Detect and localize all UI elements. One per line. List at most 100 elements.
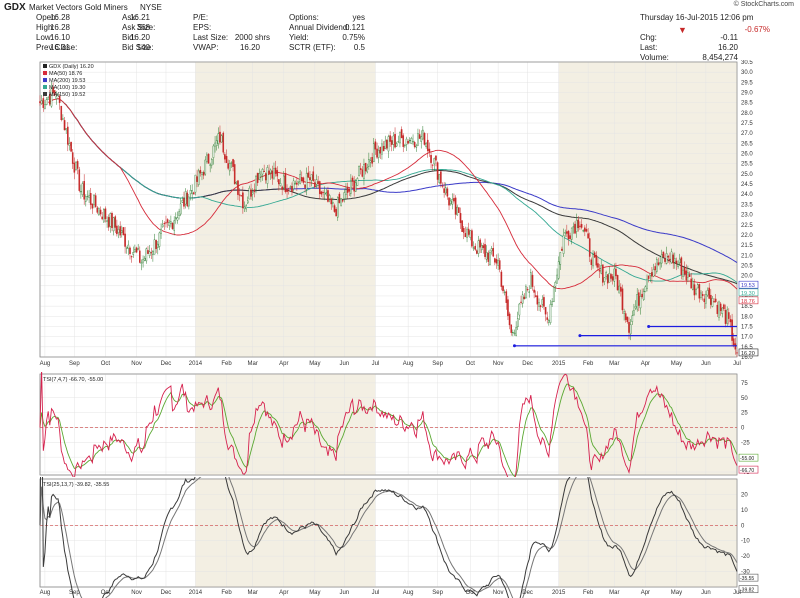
price-candle: [40, 100, 43, 104]
price-candle: [39, 101, 41, 104]
price-candle: [379, 146, 382, 154]
price-candle: [215, 140, 218, 146]
price-candle: [692, 280, 694, 290]
price-candle: [507, 299, 509, 317]
price-candle: [713, 301, 715, 303]
price-candle: [492, 247, 495, 257]
price-candle: [279, 183, 282, 186]
stat-value: yes: [352, 13, 365, 22]
price-y-tick: 28.0: [741, 111, 753, 117]
price-candle: [428, 148, 431, 153]
price-candle: [224, 154, 226, 160]
price-shade-band: [195, 62, 376, 357]
price-candle: [173, 220, 175, 231]
price-candle: [404, 144, 406, 147]
price-candle: [304, 184, 306, 188]
price-y-tick: 30.0: [741, 70, 753, 76]
price-candle: [459, 212, 462, 224]
price-candle: [562, 235, 565, 254]
price-candle: [384, 140, 387, 150]
price-candle: [605, 272, 607, 277]
tsi1-y-tick: 50: [741, 396, 748, 402]
last-value-label: 19.53: [741, 283, 755, 289]
price-candle: [539, 305, 542, 308]
price-candle: [220, 135, 223, 143]
price-candle: [358, 166, 360, 176]
price-candle: [96, 207, 99, 213]
price-candle: [343, 192, 346, 199]
tsi2-x-tick: 2015: [552, 590, 566, 596]
price-candle: [307, 172, 310, 178]
price-candle: [70, 141, 72, 152]
tsi2-y-tick: 10: [741, 508, 748, 514]
price-y-tick: 24.5: [741, 182, 753, 188]
price-candle: [297, 180, 300, 183]
price-candle: [552, 287, 555, 303]
price-candle: [615, 268, 617, 277]
price-candle: [346, 187, 349, 193]
price-candle: [690, 278, 692, 289]
price-candle: [469, 230, 472, 238]
price-y-tick: 20.0: [741, 274, 753, 280]
price-x-tick: Oct: [466, 361, 476, 367]
last-value-label: 19.30: [741, 291, 755, 297]
price-candle: [736, 352, 738, 354]
price-x-tick: Feb: [583, 361, 594, 367]
price-y-tick: 17.5: [741, 324, 753, 330]
legend-swatch: [43, 64, 47, 68]
price-candle: [579, 225, 581, 227]
price-candle: [528, 291, 531, 293]
price-candle: [201, 171, 203, 175]
price-candle: [158, 232, 161, 247]
price-candle: [345, 189, 347, 195]
price-candle: [73, 162, 76, 173]
price-candle: [477, 240, 480, 254]
price-candle: [287, 188, 290, 190]
price-candle: [443, 188, 445, 193]
price-candle: [549, 304, 552, 323]
price-candle: [117, 229, 120, 233]
price-candle: [719, 303, 722, 311]
tsi1-value-label: -66.70: [740, 468, 754, 474]
price-shade-band: [558, 62, 737, 357]
price-y-tick: 18.0: [741, 314, 753, 320]
price-candle: [238, 194, 241, 196]
price-candle: [202, 172, 205, 176]
price-candle: [440, 171, 442, 184]
price-candle: [584, 227, 586, 232]
tsi2-x-tick: Oct: [466, 590, 476, 596]
date: Thursday 16-Jul-2015 12:06 pm: [640, 13, 754, 22]
price-candle: [80, 190, 82, 193]
price-candle: [706, 290, 709, 296]
price-candle: [548, 320, 550, 323]
price-y-tick: 17.0: [741, 335, 753, 341]
price-candle: [163, 223, 166, 225]
price-candle: [294, 183, 297, 185]
price-candle: [644, 286, 647, 292]
tsi2-shade-band: [195, 479, 376, 587]
tsi2-x-tick: May: [309, 590, 320, 596]
price-candle: [232, 159, 234, 167]
price-candle: [497, 260, 499, 266]
price-y-tick: 23.0: [741, 213, 753, 219]
price-candle: [374, 141, 377, 150]
price-candle: [399, 131, 401, 144]
price-candle: [371, 157, 373, 164]
price-candle: [366, 167, 369, 173]
price-y-tick: 22.5: [741, 223, 753, 229]
price-candle: [302, 177, 305, 183]
stat-value: 0.75%: [342, 33, 365, 42]
price-candle: [148, 251, 151, 256]
price-candle: [422, 129, 424, 140]
price-candle: [325, 192, 328, 194]
price-candle: [628, 321, 630, 333]
tsi2-x-tick: Mar: [248, 590, 258, 596]
price-x-tick: May: [671, 361, 682, 367]
price-candle: [296, 182, 298, 185]
price-candle: [121, 230, 123, 233]
price-candle: [695, 289, 697, 295]
stat-value: 2000 shrs: [234, 33, 270, 42]
price-candle: [638, 292, 640, 306]
price-candle: [381, 143, 383, 155]
price-candle: [207, 153, 210, 164]
